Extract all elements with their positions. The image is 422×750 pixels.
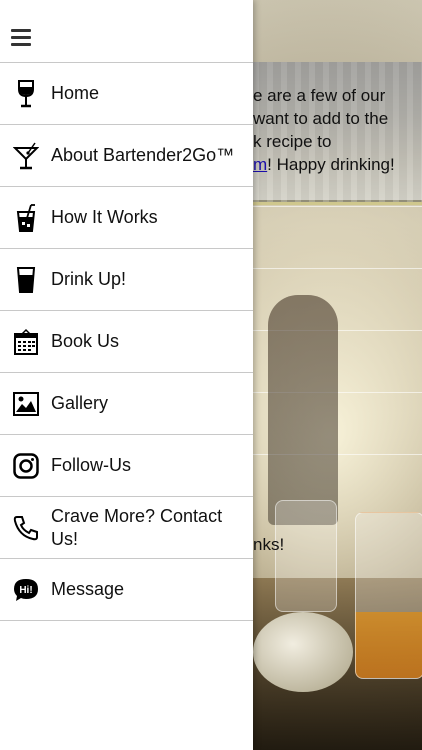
intro-line: k recipe to: [253, 132, 332, 151]
menu-item-gallery[interactable]: Gallery: [0, 373, 253, 435]
caption-fragment: nks!: [253, 535, 285, 554]
divider: [253, 268, 422, 269]
phone-icon: [13, 514, 39, 542]
whiskey-glass: [355, 512, 422, 679]
calendar-icon: [13, 328, 39, 356]
menu-label-message: Message: [51, 579, 125, 599]
menu-label-follow-us: Follow-Us: [51, 455, 132, 475]
menu-item-message[interactable]: Hi! Message: [0, 559, 253, 621]
menu-label-book-us: Book Us: [51, 331, 120, 351]
drawer-header: [0, 0, 253, 63]
menu-item-home[interactable]: Home: [0, 63, 253, 125]
menu-item-follow-us[interactable]: Follow-Us: [0, 435, 253, 497]
chat-bubble-icon: Hi!: [13, 576, 39, 604]
glass: [275, 500, 337, 612]
menu-label-contact-us: Crave More? Contact Us!: [51, 505, 223, 549]
menu-item-drink-up[interactable]: Drink Up!: [0, 249, 253, 311]
pint-glass-icon: [13, 266, 39, 294]
navigation-drawer: Home About Bartender2Go™ How It Works Dr…: [0, 0, 253, 750]
message-badge: Hi!: [19, 585, 32, 596]
martini-glass-icon: [13, 142, 39, 170]
menu-label-about: About Bartender2Go™: [51, 145, 235, 165]
divider: [253, 206, 422, 207]
intro-line: e are a few of our: [253, 86, 386, 105]
menu-label-gallery: Gallery: [51, 393, 109, 413]
intro-line: want to add to the: [253, 109, 389, 128]
wine-glass-icon: [13, 79, 39, 108]
menu-label-drink-up: Drink Up!: [51, 269, 127, 289]
intro-text: e are a few of our want to add to the k …: [253, 84, 422, 176]
menu-label-how-it-works: How It Works: [51, 207, 158, 227]
menu-item-book-us[interactable]: Book Us: [0, 311, 253, 373]
bartender-figure: [268, 295, 338, 525]
intro-line-end: ! Happy drinking!: [267, 155, 395, 174]
menu-item-about[interactable]: About Bartender2Go™: [0, 125, 253, 187]
image-icon: [13, 390, 39, 418]
menu-label-home: Home: [51, 83, 100, 103]
cocktail-straw-icon: [13, 203, 39, 232]
plate: [253, 612, 353, 692]
menu-list: Home About Bartender2Go™ How It Works Dr…: [0, 63, 253, 621]
instagram-icon: [13, 452, 39, 480]
menu-item-contact-us[interactable]: Crave More? Contact Us!: [0, 497, 253, 559]
recipe-link[interactable]: m: [253, 155, 267, 174]
menu-item-how-it-works[interactable]: How It Works: [0, 187, 253, 249]
hamburger-icon[interactable]: [11, 29, 31, 46]
